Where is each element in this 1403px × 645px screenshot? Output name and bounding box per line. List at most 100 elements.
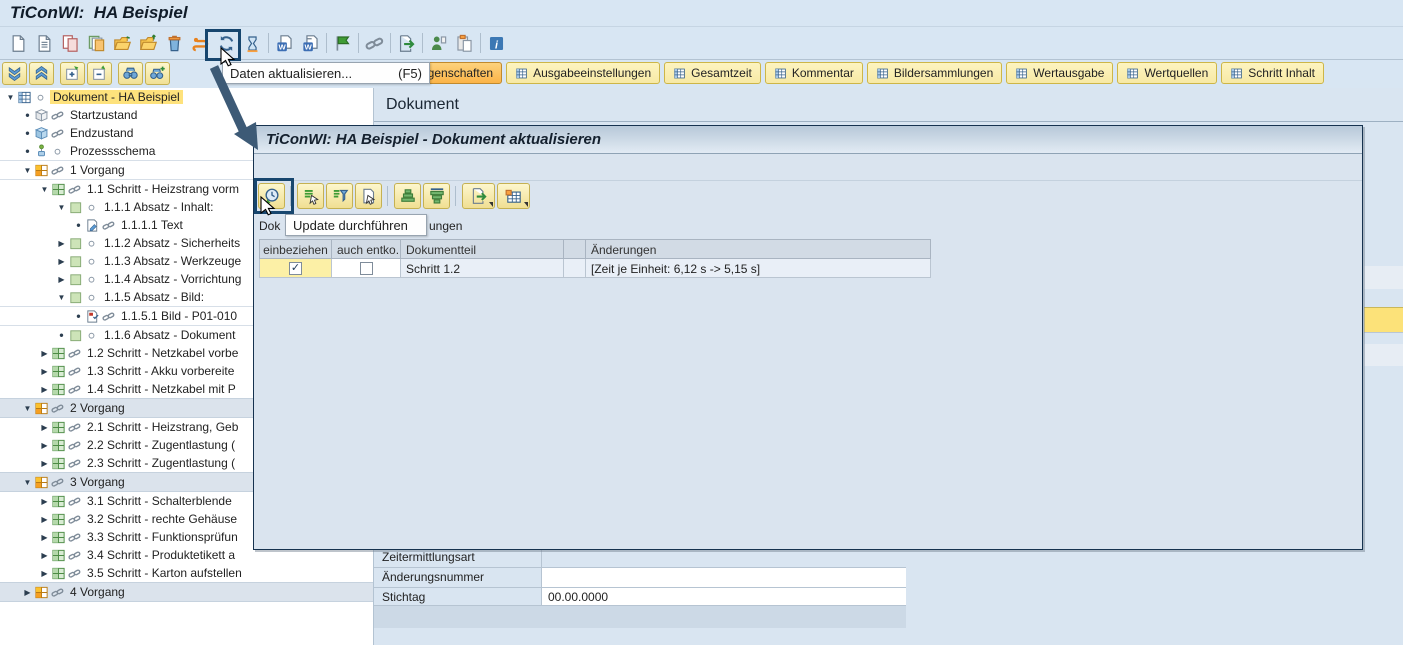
sort-ascending-button[interactable]	[394, 183, 421, 209]
find-next-button[interactable]	[145, 62, 170, 85]
link-button[interactable]	[362, 30, 387, 56]
table-green-icon	[51, 548, 66, 563]
tab-schritt-inhalt[interactable]: Schritt Inhalt	[1221, 62, 1324, 84]
wait-button[interactable]	[240, 30, 265, 56]
box-white-icon	[34, 108, 49, 123]
refresh-tooltip: Daten aktualisieren... (F5)	[222, 62, 430, 84]
copy-multiple-button[interactable]	[84, 30, 109, 56]
tree-item-label: Startzustand	[67, 108, 140, 122]
chain-icon	[68, 365, 81, 378]
expander-collapsed-icon[interactable]: ▶	[55, 275, 68, 284]
new-doc-icon	[9, 34, 28, 53]
export-button[interactable]	[462, 183, 495, 209]
flag-button[interactable]	[330, 30, 355, 56]
circle-icon	[85, 329, 98, 342]
tree-item[interactable]: ▶4 Vorgang	[0, 582, 373, 602]
column-header[interactable]	[564, 239, 586, 259]
checkbox-checked[interactable]: ✓	[289, 262, 302, 275]
expander-collapsed-icon[interactable]: ▶	[21, 588, 34, 597]
expander-expanded-icon[interactable]: ▼	[55, 293, 68, 302]
word-export-button[interactable]: W	[272, 30, 297, 56]
tab-ausgabeeinstellungen[interactable]: Ausgabeeinstellungen	[506, 62, 660, 84]
import-folder-button[interactable]	[136, 30, 161, 56]
tree-item-label: 1.1.5 Absatz - Bild:	[101, 290, 207, 304]
expander-collapsed-icon[interactable]: ▶	[38, 569, 51, 578]
tab-wertquellen[interactable]: Wertquellen	[1117, 62, 1217, 84]
expander-expanded-icon[interactable]: ▼	[4, 93, 17, 102]
word-export-alt-button[interactable]: W	[298, 30, 323, 56]
expander-collapsed-icon[interactable]: ▶	[38, 497, 51, 506]
detail-select-button[interactable]	[297, 183, 324, 209]
expand-node-button[interactable]	[60, 62, 85, 85]
expander-collapsed-icon[interactable]: ▶	[38, 533, 51, 542]
chain-icon	[68, 457, 81, 470]
expander-collapsed-icon[interactable]: ▶	[38, 551, 51, 560]
expander-collapsed-icon[interactable]: ▶	[55, 257, 68, 266]
open-folder-button[interactable]	[110, 30, 135, 56]
user-button[interactable]	[426, 30, 451, 56]
tab-wertausgabe[interactable]: Wertausgabe	[1006, 62, 1113, 84]
tab-bildersammlungen[interactable]: Bildersammlungen	[867, 62, 1002, 84]
field-value[interactable]	[541, 568, 906, 587]
copy-button[interactable]	[58, 30, 83, 56]
aenderungen-cell[interactable]: [Zeit je Einheit: 6,12 s -> 5,15 s]	[586, 259, 931, 278]
tree-item-label: 3 Vorgang	[67, 475, 128, 489]
tree-item[interactable]: ▼Dokument - HA Beispiel	[0, 88, 373, 106]
column-header[interactable]: Änderungen	[586, 239, 931, 259]
layout-icon	[505, 187, 523, 205]
dialog-title-bar[interactable]: TiConWI: HA Beispiel - Dokument aktualis…	[254, 126, 1362, 154]
open-document-button[interactable]	[32, 30, 57, 56]
expander-expanded-icon[interactable]: ▼	[21, 478, 34, 487]
expander-collapsed-icon[interactable]: ▶	[38, 441, 51, 450]
highlight-box	[205, 29, 241, 61]
tab-kommentar[interactable]: Kommentar	[765, 62, 863, 84]
window-title: TiConWI: HA Beispiel	[10, 3, 188, 23]
expander-collapsed-icon[interactable]: ▶	[38, 349, 51, 358]
square-green-icon	[68, 236, 83, 251]
tab-gesamtzeit[interactable]: Gesamtzeit	[664, 62, 761, 84]
toolbar-separator	[387, 186, 388, 206]
tree-item[interactable]: ▶3.5 Schritt - Karton aufstellen	[0, 564, 373, 582]
delete-button[interactable]	[162, 30, 187, 56]
expander-collapsed-icon[interactable]: ▶	[38, 459, 51, 468]
tree-item-label: 3.3 Schritt - Funktionsprüfun	[84, 530, 241, 544]
dialog-spacer	[254, 154, 1362, 181]
dialog-title: TiConWI: HA Beispiel - Dokument aktualis…	[266, 131, 601, 148]
dokumentteil-cell[interactable]: Schritt 1.2	[401, 259, 564, 278]
circle-icon	[85, 273, 98, 286]
column-header[interactable]: einbeziehen	[259, 239, 332, 259]
collapse-node-button[interactable]	[87, 62, 112, 85]
expander-collapsed-icon[interactable]: ▶	[38, 367, 51, 376]
new-document-button[interactable]	[6, 30, 31, 56]
expander-collapsed-icon[interactable]: ▶	[38, 423, 51, 432]
dialog-section-label: Dok ungen Update durchführen	[254, 215, 1362, 237]
expander-expanded-icon[interactable]: ▼	[21, 404, 34, 413]
expand-all-button[interactable]	[2, 62, 27, 85]
expander-expanded-icon[interactable]: ▼	[55, 203, 68, 212]
sort-descending-button[interactable]	[423, 183, 450, 209]
expander-expanded-icon[interactable]: ▼	[21, 166, 34, 175]
field-value[interactable]	[541, 548, 906, 567]
export-button[interactable]	[394, 30, 419, 56]
layout-button[interactable]	[497, 183, 530, 209]
chain-icon	[68, 183, 81, 196]
paste-button[interactable]	[452, 30, 477, 56]
expander-collapsed-icon[interactable]: ▶	[38, 385, 51, 394]
table-row: ✓ Schritt 1.2 [Zeit je Einheit: 6,12 s -> …	[259, 259, 931, 278]
info-icon: i	[487, 34, 506, 53]
checkbox-unchecked[interactable]	[360, 262, 373, 275]
column-header[interactable]: auch entko...	[332, 239, 401, 259]
find-button[interactable]	[118, 62, 143, 85]
tree-item[interactable]: •Startzustand	[0, 106, 373, 124]
copy-icon	[61, 34, 80, 53]
deselect-button[interactable]	[355, 183, 382, 209]
expander-expanded-icon[interactable]: ▼	[38, 185, 51, 194]
collapse-all-button[interactable]	[29, 62, 54, 85]
column-header[interactable]: Dokumentteil	[401, 239, 564, 259]
filter-button[interactable]	[326, 183, 353, 209]
circle-icon	[85, 237, 98, 250]
chain-link-icon	[365, 34, 384, 53]
expander-collapsed-icon[interactable]: ▶	[38, 515, 51, 524]
info-button[interactable]: i	[484, 30, 509, 56]
expander-collapsed-icon[interactable]: ▶	[55, 239, 68, 248]
